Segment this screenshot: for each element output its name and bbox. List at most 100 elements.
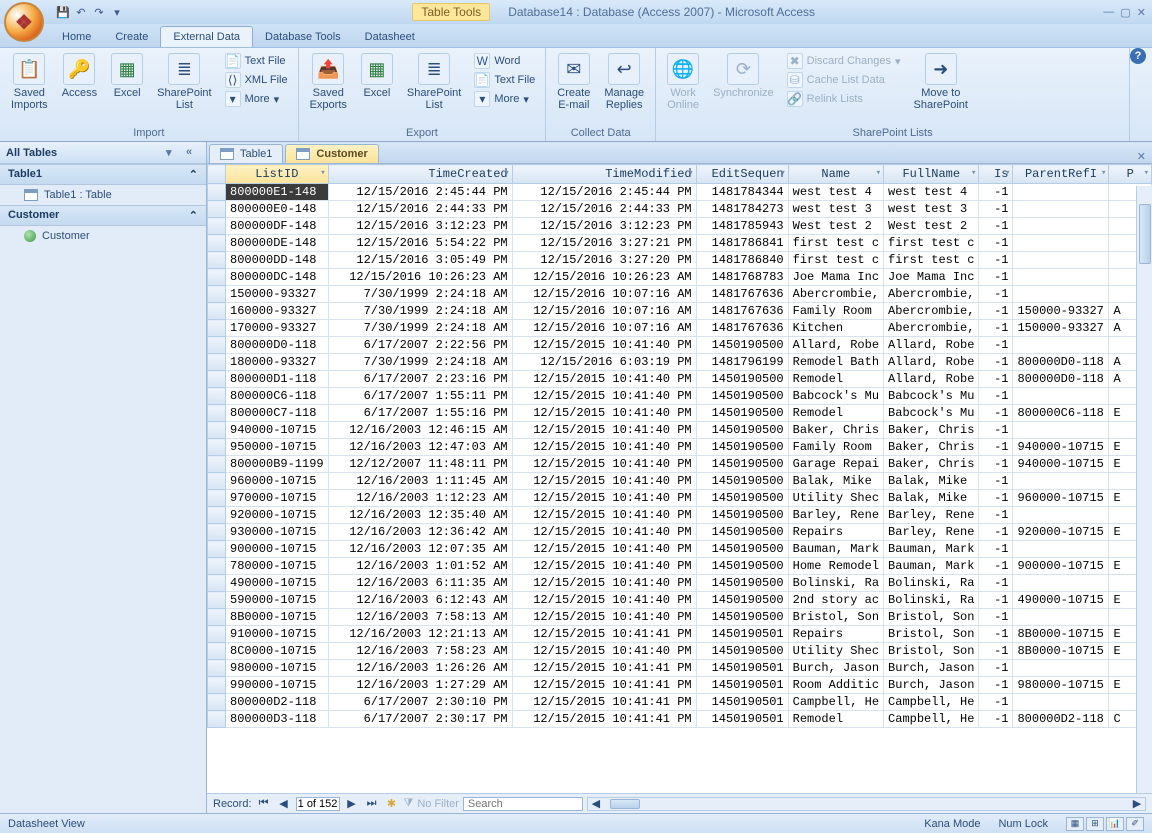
row-selector[interactable] bbox=[208, 473, 226, 490]
cell[interactable]: 940000-10715 bbox=[226, 422, 329, 439]
cell[interactable]: Barley, Rene bbox=[788, 507, 883, 524]
row-selector[interactable] bbox=[208, 337, 226, 354]
cell[interactable]: Campbell, He bbox=[884, 711, 979, 728]
cell[interactable]: -1 bbox=[979, 490, 1013, 507]
table-row[interactable]: 960000-1071512/16/2003 1:11:45 AM12/15/2… bbox=[208, 473, 1152, 490]
cell[interactable]: 1481785943 bbox=[696, 218, 788, 235]
cell[interactable]: Home Remodel bbox=[788, 558, 883, 575]
cell[interactable]: 960000-10715 bbox=[1013, 490, 1109, 507]
row-selector[interactable] bbox=[208, 235, 226, 252]
pivot-table-view-button[interactable]: ⊞ bbox=[1086, 817, 1104, 831]
cell[interactable]: 170000-93327 bbox=[226, 320, 329, 337]
menu-tab-create[interactable]: Create bbox=[103, 27, 160, 47]
row-selector[interactable] bbox=[208, 218, 226, 235]
menu-tab-datasheet[interactable]: Datasheet bbox=[353, 27, 427, 47]
cell[interactable]: Baker, Chris bbox=[884, 456, 979, 473]
cell[interactable]: 1450190501 bbox=[696, 711, 788, 728]
row-selector[interactable] bbox=[208, 609, 226, 626]
cell[interactable]: 1450190500 bbox=[696, 558, 788, 575]
search-input[interactable] bbox=[463, 797, 583, 811]
cell[interactable]: Bristol, Son bbox=[884, 609, 979, 626]
cell[interactable]: 12/15/2015 10:41:40 PM bbox=[512, 371, 696, 388]
row-selector[interactable] bbox=[208, 269, 226, 286]
save-icon[interactable]: 💾 bbox=[56, 5, 70, 19]
cell[interactable]: 800000B9-1199 bbox=[226, 456, 329, 473]
cell[interactable]: Babcock's Mu bbox=[884, 388, 979, 405]
cell[interactable]: 12/15/2016 2:44:33 PM bbox=[328, 201, 512, 218]
export-sharepoint-button[interactable]: ≣SharePoint List bbox=[402, 50, 466, 114]
cell[interactable]: 910000-10715 bbox=[226, 626, 329, 643]
column-header-fullname[interactable]: FullName▾ bbox=[884, 165, 979, 184]
cell[interactable]: Repairs bbox=[788, 626, 883, 643]
cell[interactable]: -1 bbox=[979, 218, 1013, 235]
import-access-button[interactable]: 🔑Access bbox=[57, 50, 102, 102]
cell[interactable]: 800000C7-118 bbox=[226, 405, 329, 422]
cell[interactable]: Remodel bbox=[788, 371, 883, 388]
cell[interactable]: 1481767636 bbox=[696, 320, 788, 337]
cell[interactable]: Barley, Rene bbox=[884, 507, 979, 524]
row-selector[interactable] bbox=[208, 201, 226, 218]
cell[interactable]: 800000DC-148 bbox=[226, 269, 329, 286]
cell[interactable]: Allard, Robe bbox=[788, 337, 883, 354]
datasheet-grid[interactable]: ListID▾TimeCreated▾TimeModified▾EditSequ… bbox=[207, 164, 1152, 793]
row-selector[interactable] bbox=[208, 303, 226, 320]
cell[interactable]: Allard, Robe bbox=[884, 337, 979, 354]
table-row[interactable]: 8C0000-1071512/16/2003 7:58:23 AM12/15/2… bbox=[208, 643, 1152, 660]
cell[interactable]: 940000-10715 bbox=[1013, 456, 1109, 473]
cell[interactable]: west test 3 bbox=[788, 201, 883, 218]
row-selector[interactable] bbox=[208, 694, 226, 711]
column-dropdown-icon[interactable]: ▾ bbox=[876, 168, 881, 178]
cell[interactable]: 1450190500 bbox=[696, 592, 788, 609]
cell[interactable]: -1 bbox=[979, 541, 1013, 558]
table-row[interactable]: 970000-1071512/16/2003 1:12:23 AM12/15/2… bbox=[208, 490, 1152, 507]
row-selector[interactable] bbox=[208, 592, 226, 609]
column-dropdown-icon[interactable]: ▾ bbox=[971, 168, 976, 178]
cell[interactable]: -1 bbox=[979, 558, 1013, 575]
cell[interactable]: Abercrombie, bbox=[884, 286, 979, 303]
doc-tab-table1[interactable]: Table1 bbox=[209, 144, 283, 163]
table-row[interactable]: 800000DC-14812/15/2016 10:26:23 AM12/15/… bbox=[208, 269, 1152, 286]
undo-icon[interactable]: ↶ bbox=[74, 5, 88, 19]
cell[interactable]: 1450190500 bbox=[696, 490, 788, 507]
table-row[interactable]: 800000C7-1186/17/2007 1:55:16 PM12/15/20… bbox=[208, 405, 1152, 422]
cell[interactable]: 1481796199 bbox=[696, 354, 788, 371]
cell[interactable]: 7/30/1999 2:24:18 AM bbox=[328, 320, 512, 337]
cell[interactable]: 12/15/2015 10:41:40 PM bbox=[512, 388, 696, 405]
cell[interactable]: 12/16/2003 1:27:29 AM bbox=[328, 677, 512, 694]
datasheet-view-button[interactable]: ▦ bbox=[1066, 817, 1084, 831]
cell[interactable]: 12/15/2015 10:41:40 PM bbox=[512, 558, 696, 575]
cell[interactable] bbox=[1013, 252, 1109, 269]
cell[interactable]: Joe Mama Inc bbox=[788, 269, 883, 286]
cell[interactable]: 980000-10715 bbox=[1013, 677, 1109, 694]
cell[interactable]: 1450190500 bbox=[696, 439, 788, 456]
cell[interactable]: Repairs bbox=[788, 524, 883, 541]
table-row[interactable]: 980000-1071512/16/2003 1:26:26 AM12/15/2… bbox=[208, 660, 1152, 677]
cell[interactable]: 800000D3-118 bbox=[226, 711, 329, 728]
cell[interactable]: 12/16/2003 6:12:43 AM bbox=[328, 592, 512, 609]
cell[interactable]: 12/15/2015 10:41:41 PM bbox=[512, 626, 696, 643]
table-row[interactable]: 990000-1071512/16/2003 1:27:29 AM12/15/2… bbox=[208, 677, 1152, 694]
table-row[interactable]: 800000DE-14812/15/2016 5:54:22 PM12/15/2… bbox=[208, 235, 1152, 252]
cell[interactable]: 8B0000-10715 bbox=[1013, 643, 1109, 660]
cell[interactable]: 12/15/2015 10:41:40 PM bbox=[512, 456, 696, 473]
cell[interactable]: Allard, Robe bbox=[884, 371, 979, 388]
cell[interactable]: -1 bbox=[979, 405, 1013, 422]
scroll-left-button[interactable]: ◀ bbox=[588, 796, 604, 812]
cell[interactable]: 6/17/2007 1:55:11 PM bbox=[328, 388, 512, 405]
cell[interactable] bbox=[1013, 218, 1109, 235]
table-row[interactable]: 800000D0-1186/17/2007 2:22:56 PM12/15/20… bbox=[208, 337, 1152, 354]
scroll-right-button[interactable]: ▶ bbox=[1129, 796, 1145, 812]
nav-group-header[interactable]: Table1⌃ bbox=[0, 164, 206, 185]
column-dropdown-icon[interactable]: ▾ bbox=[688, 168, 693, 178]
cell[interactable] bbox=[1013, 184, 1109, 201]
column-header-p[interactable]: P▾ bbox=[1109, 165, 1152, 184]
cell[interactable]: 1450190500 bbox=[696, 422, 788, 439]
saved-exports-button[interactable]: 📤Saved Exports bbox=[305, 50, 352, 114]
cell[interactable]: first test c bbox=[884, 252, 979, 269]
office-button[interactable]: ❖ bbox=[4, 2, 44, 42]
cell[interactable] bbox=[1013, 507, 1109, 524]
cell[interactable]: Baker, Chris bbox=[788, 422, 883, 439]
table-row[interactable]: 800000D2-1186/17/2007 2:30:10 PM12/15/20… bbox=[208, 694, 1152, 711]
cell[interactable]: 800000E1-148 bbox=[226, 184, 329, 201]
cell[interactable]: -1 bbox=[979, 337, 1013, 354]
